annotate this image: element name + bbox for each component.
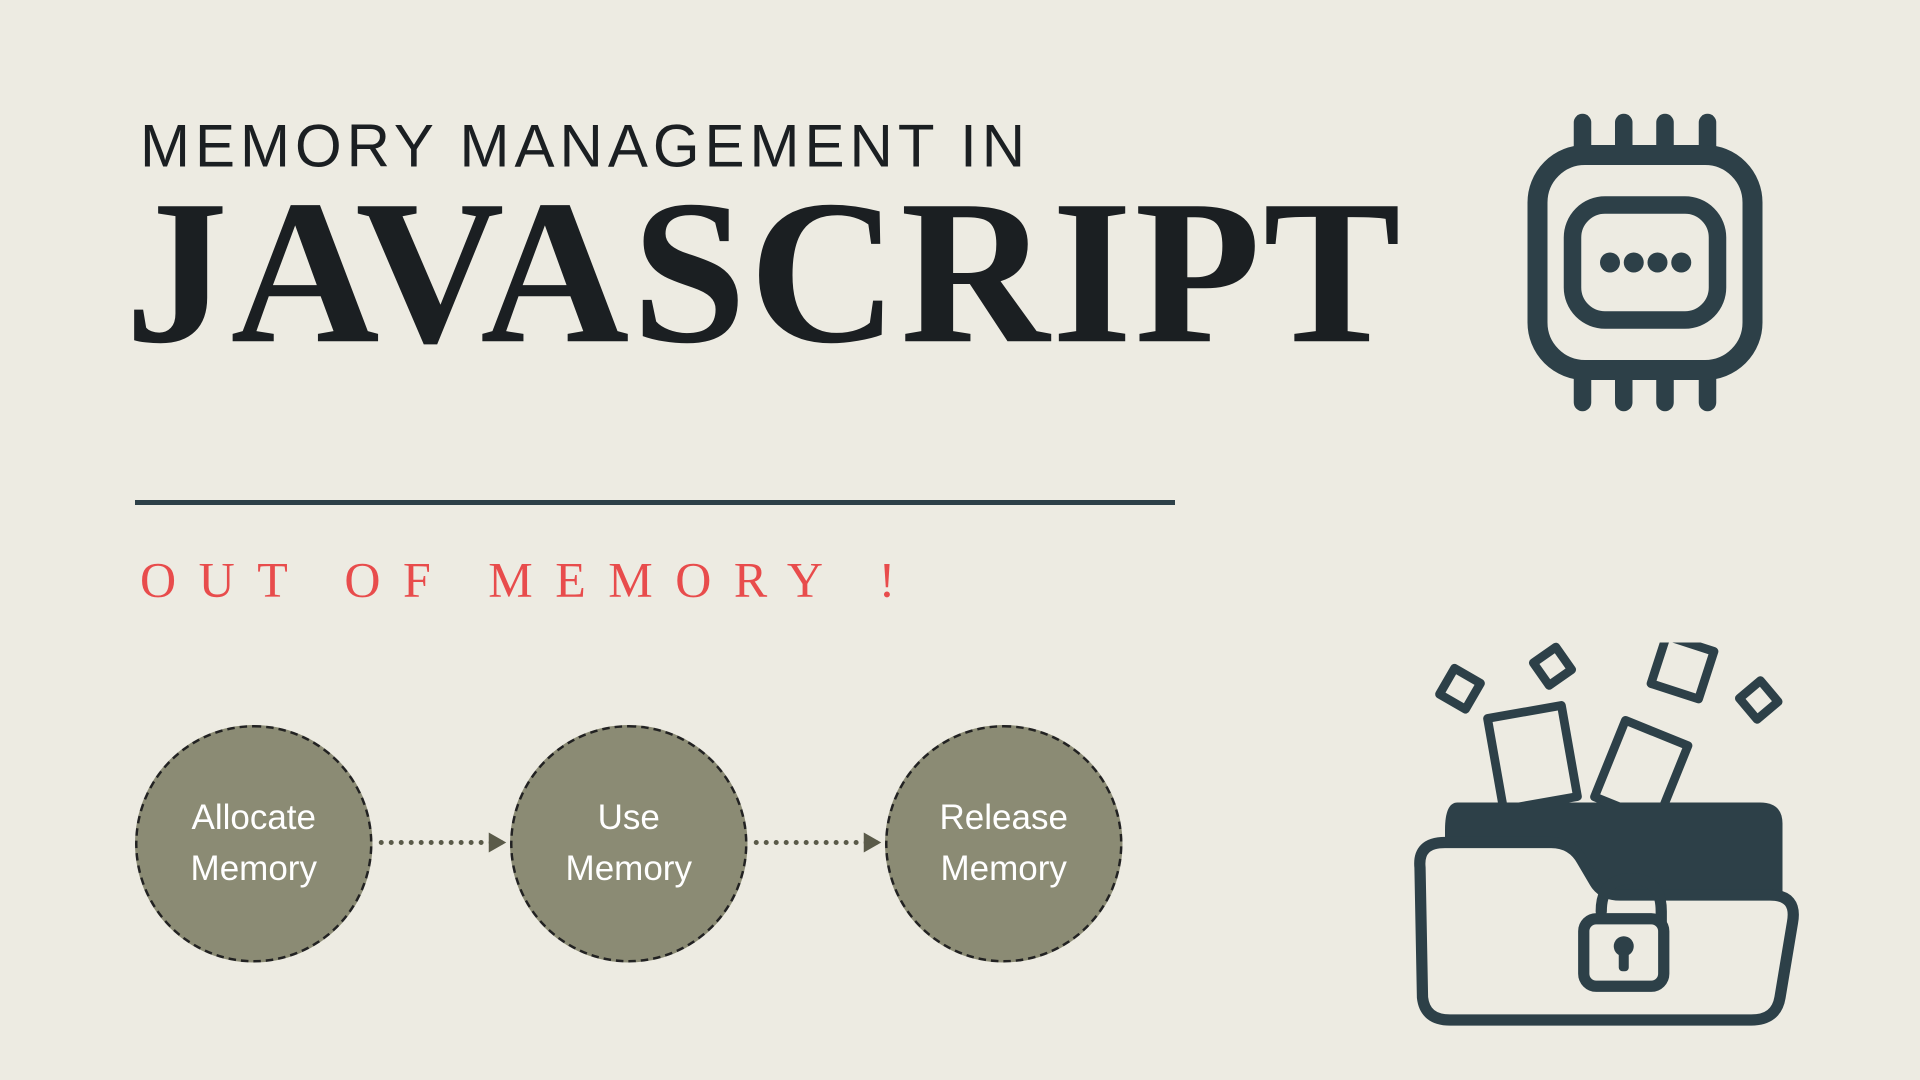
memory-lifecycle-flow: AllocateMemory UseMemory ReleaseMemory — [135, 700, 1160, 988]
flow-node-use: UseMemory — [510, 725, 748, 963]
memory-chip-icon — [1495, 113, 1795, 413]
alert-text: OUT OF MEMORY ! — [140, 550, 918, 609]
flow-node-label: AllocateMemory — [191, 793, 317, 894]
flow-node-release: ReleaseMemory — [885, 725, 1123, 963]
divider — [135, 500, 1175, 505]
page-title: JAVASCRIPT — [125, 169, 1403, 375]
flow-node-allocate: AllocateMemory — [135, 725, 373, 963]
flow-arrow-icon — [754, 840, 879, 848]
flow-node-label: UseMemory — [566, 793, 692, 894]
unlocked-folder-icon — [1408, 643, 1821, 1031]
flow-node-label: ReleaseMemory — [940, 793, 1068, 894]
flow-arrow-icon — [379, 840, 504, 848]
